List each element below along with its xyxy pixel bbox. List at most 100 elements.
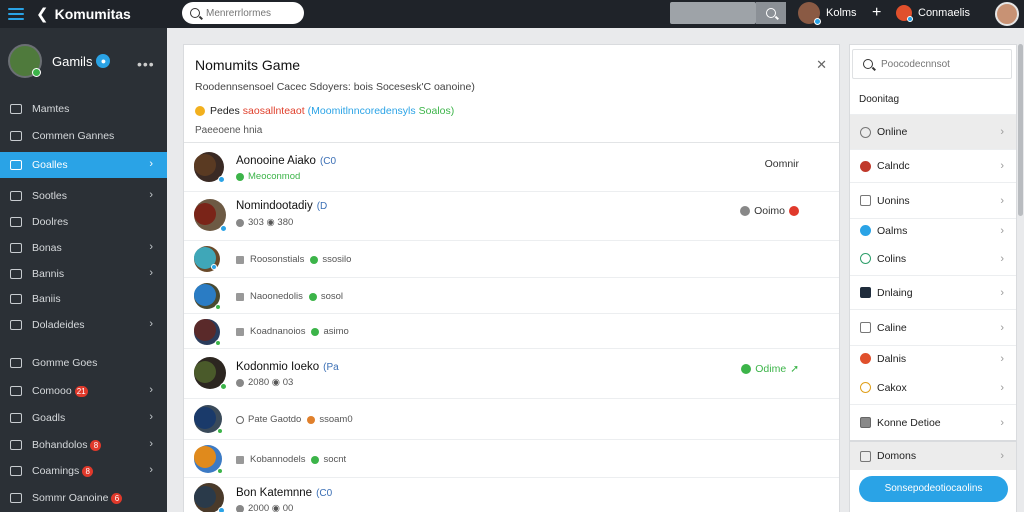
- primary-action-button[interactable]: Sonsepodeotiocaolins: [859, 476, 1008, 502]
- table-row[interactable]: Koadnanoios asimo: [184, 314, 839, 349]
- table-row[interactable]: Kobannodels socnt: [184, 440, 839, 478]
- row-subtitle-extra: ssosilo: [322, 254, 352, 265]
- filter-item[interactable]: Oalms ›: [850, 218, 1016, 242]
- avatar[interactable]: [194, 446, 216, 468]
- sidebar-item-label: Bonas: [32, 242, 62, 254]
- top-search-input[interactable]: [206, 7, 296, 19]
- sidebar-item-5[interactable]: Bonas ›: [0, 235, 167, 261]
- close-icon[interactable]: ✕: [816, 57, 827, 73]
- alert-icon: [789, 206, 799, 216]
- chevron-right-icon: ›: [149, 189, 153, 201]
- row-subtitle-text: 2080 ◉ 03: [248, 377, 294, 388]
- meta-link[interactable]: (Moomitlnncoredensyls: [308, 105, 416, 117]
- right-panel-heading: Doonitag: [859, 94, 900, 105]
- sidebar-item-14[interactable]: Sommr Oanoine 6: [0, 485, 167, 511]
- avatar[interactable]: [194, 203, 216, 225]
- sidebar-profile[interactable]: Gamils ●: [8, 44, 111, 78]
- filter-item[interactable]: Caline ›: [850, 309, 1016, 345]
- sidebar-item-12[interactable]: Bohandolos 8 ›: [0, 432, 167, 458]
- square-icon: [236, 327, 244, 336]
- top-user-1[interactable]: Kolms: [798, 2, 857, 25]
- grid-icon: [10, 191, 22, 201]
- group-icon: [860, 195, 871, 206]
- sidebar-item-label: Doladeides: [32, 319, 85, 331]
- top-search-bar[interactable]: [182, 2, 304, 24]
- filter-item[interactable]: Cakox ›: [850, 371, 1016, 404]
- sidebar-item-label: Baniis: [32, 293, 61, 305]
- filter-item[interactable]: Dnlaing ›: [850, 275, 1016, 309]
- folder-icon: [860, 450, 871, 462]
- sidebar-item-6[interactable]: Bannis ›: [0, 261, 167, 287]
- filter-item[interactable]: Calndc ›: [850, 149, 1016, 182]
- avatar[interactable]: [194, 486, 216, 508]
- trophy-icon: [10, 493, 22, 503]
- sidebar-item-1[interactable]: Commen Gannes: [0, 123, 167, 149]
- filter-item-online[interactable]: Online ›: [850, 114, 1016, 149]
- meta-status: Soalos): [418, 105, 455, 117]
- sidebar-item-label: Sommr Oanoine: [32, 492, 109, 504]
- right-search-bar[interactable]: [852, 49, 1012, 79]
- sidebar-item-8[interactable]: Doladeides ›: [0, 312, 167, 338]
- brand[interactable]: ❮ Komumitas: [36, 5, 131, 23]
- status-dot-icon: [311, 455, 320, 464]
- meta-label: Pedes: [210, 105, 240, 117]
- row-title-text: Aonooine Aiako: [236, 155, 316, 167]
- avatar[interactable]: [194, 284, 216, 306]
- table-row[interactable]: Bon Katemnne (C0 2000 ◉ 00: [184, 478, 839, 512]
- meta-highlight[interactable]: saosallnteaot: [243, 105, 305, 117]
- filter-item[interactable]: Colins ›: [850, 242, 1016, 275]
- sidebar-item-3[interactable]: Sootles ›: [0, 183, 167, 209]
- sidebar-item-4[interactable]: Doolres: [0, 209, 167, 235]
- scrollbar[interactable]: [1018, 44, 1023, 216]
- sidebar-item-9[interactable]: Gomme Goes: [0, 350, 167, 376]
- notification-badge: 6: [111, 492, 123, 504]
- table-row[interactable]: Aonooine Aiako (C0 Meoconmod Oomnir: [184, 144, 839, 192]
- secondary-search-button[interactable]: [756, 2, 786, 24]
- secondary-search-field[interactable]: [670, 2, 756, 24]
- avatar[interactable]: [194, 361, 216, 383]
- current-user-avatar[interactable]: [995, 2, 1019, 26]
- row-subtitle-text: 303 ◉ 380: [248, 217, 294, 228]
- row-subtitle: Meoconmod: [236, 171, 300, 182]
- row-subtitle-text: Pate Gaotdo: [248, 414, 302, 425]
- status-dot-icon: [236, 378, 244, 387]
- flame-icon: [860, 353, 871, 364]
- status-dot-icon: [236, 504, 244, 512]
- search-icon: [766, 8, 776, 18]
- chevron-right-icon: ›: [1000, 286, 1004, 299]
- row-status-text: Odime: [755, 363, 787, 375]
- right-search-input[interactable]: [881, 58, 1001, 70]
- avatar[interactable]: [194, 154, 216, 176]
- sidebar-item-10[interactable]: Comooo 21 ›: [0, 378, 167, 404]
- sidebar-item-11[interactable]: Goadls ›: [0, 405, 167, 431]
- sidebar-item-label: Coamings: [32, 465, 80, 477]
- back-arrow-icon[interactable]: ❮: [36, 5, 49, 23]
- more-options-icon[interactable]: •••: [137, 56, 155, 72]
- sidebar-item-label: Comooo: [32, 385, 72, 397]
- hamburger-menu-icon[interactable]: [8, 8, 24, 20]
- sidebar-item-7[interactable]: Baniis: [0, 286, 167, 312]
- table-row[interactable]: Nomindootadiy (D 303 ◉ 380 Ooimo: [184, 192, 839, 241]
- filter-item[interactable]: Uonins ›: [850, 182, 1016, 218]
- table-row[interactable]: Roosonstials ssosilo: [184, 241, 839, 278]
- avatar[interactable]: [194, 407, 216, 429]
- top-user-2[interactable]: Conmaelis: [896, 2, 970, 22]
- filter-item[interactable]: Konne Detioe ›: [850, 404, 1016, 440]
- table-row[interactable]: Pate Gaotdo ssoam0: [184, 399, 839, 440]
- filter-item[interactable]: Dalnis ›: [850, 345, 1016, 371]
- table-row[interactable]: Naoonedolis sosol: [184, 278, 839, 314]
- controller-icon: [860, 287, 871, 298]
- filter-item[interactable]: Domons ›: [850, 440, 1016, 470]
- sidebar-item-2[interactable]: Goalles ›: [0, 152, 167, 178]
- sidebar-item-13[interactable]: Coamings 8 ›: [0, 458, 167, 484]
- plus-icon[interactable]: +: [872, 4, 881, 22]
- table-row[interactable]: Kodonmio Ioeko (Pa 2080 ◉ 03 Odime ➚: [184, 349, 839, 399]
- sidebar-item-0[interactable]: Mamtes: [0, 96, 167, 122]
- chevron-right-icon: ›: [1000, 126, 1004, 138]
- row-title: Bon Katemnne (C0: [236, 487, 332, 499]
- notification-badge: 8: [82, 465, 94, 477]
- avatar[interactable]: [194, 319, 216, 341]
- compass-icon: [860, 253, 871, 264]
- group-icon: [10, 358, 22, 368]
- avatar[interactable]: [194, 247, 217, 270]
